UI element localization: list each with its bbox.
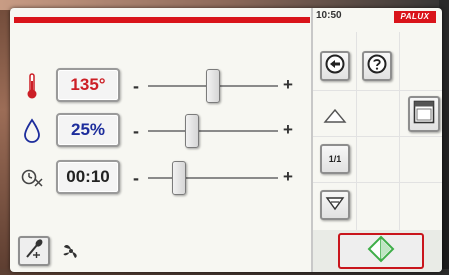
temperature-slider-thumb[interactable] (206, 69, 220, 103)
back-arrow-icon (325, 54, 345, 79)
clock: 10:50 (316, 10, 342, 21)
grid-divider (313, 182, 442, 183)
down-arrow-icon (325, 195, 345, 216)
grid-divider (399, 32, 400, 232)
up-arrow-icon[interactable] (322, 106, 348, 126)
temperature-row: 135° - + (10, 66, 310, 106)
brand-logo: PALUX (394, 11, 436, 23)
droplet-icon (20, 117, 44, 145)
timer-slider-track[interactable] (148, 177, 278, 179)
temperature-value[interactable]: 135° (56, 68, 120, 102)
back-button[interactable] (320, 51, 350, 81)
page-indicator-button[interactable]: 1/1 (320, 144, 350, 174)
timer-row: 00:10 - + (10, 158, 310, 198)
timer-decrease[interactable]: - (130, 168, 142, 188)
fan-icon (60, 240, 82, 262)
scroll-down-button[interactable] (320, 190, 350, 220)
thermometer-icon (20, 72, 44, 100)
temperature-increase[interactable]: + (282, 75, 294, 95)
page-indicator: 1/1 (328, 154, 342, 164)
oven-door-button[interactable] (408, 96, 440, 132)
humidity-decrease[interactable]: - (130, 121, 142, 141)
temperature-decrease[interactable]: - (130, 76, 142, 96)
help-button[interactable] (362, 51, 392, 81)
core-probe-button[interactable] (18, 236, 50, 266)
timer-icon (20, 164, 44, 192)
humidity-row: 25% - + (10, 111, 310, 151)
humidity-slider-track[interactable] (148, 130, 278, 132)
start-button[interactable] (338, 233, 424, 269)
timer-value[interactable]: 00:10 (56, 160, 120, 194)
timer-increase[interactable]: + (282, 167, 294, 187)
humidity-slider-thumb[interactable] (185, 114, 199, 148)
humidity-increase[interactable]: + (282, 120, 294, 140)
header-red-bar (14, 17, 310, 23)
grid-divider (313, 90, 442, 91)
grid-divider (313, 136, 442, 137)
humidity-value[interactable]: 25% (56, 113, 120, 147)
timer-slider-thumb[interactable] (172, 161, 186, 195)
grid-divider (356, 32, 357, 232)
oven-door-icon (413, 100, 435, 129)
help-icon (367, 54, 387, 79)
core-probe-icon (23, 238, 45, 265)
oven-control-screen: 135° - + 25% - + 00:10 - + 10:50 PALUX 1… (10, 8, 442, 272)
start-diamond-icon (367, 235, 395, 268)
